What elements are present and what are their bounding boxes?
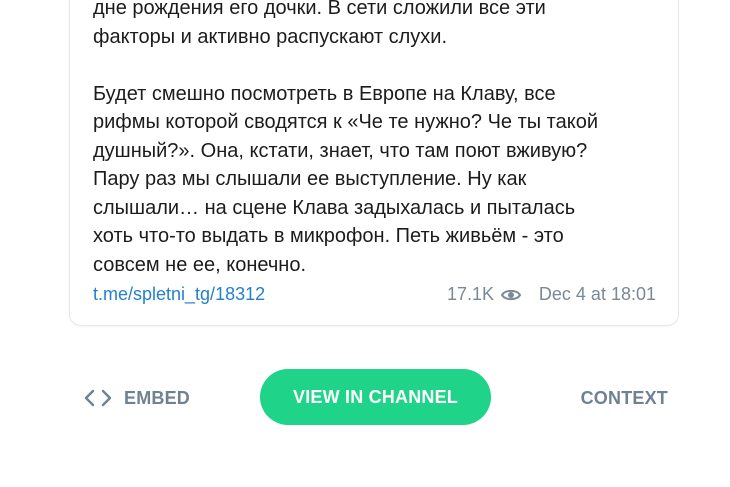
post-link[interactable]: t.me/spletni_tg/18312 (93, 284, 265, 305)
view-in-channel-button[interactable]: VIEW IN CHANNEL (260, 369, 491, 425)
embed-label: EMBED (124, 387, 191, 408)
post-date: Dec 4 at 18:01 (538, 284, 656, 304)
post-meta: t.me/spletni_tg/18312 17.1K Dec 4 at 18:… (93, 284, 656, 310)
eye-icon (501, 289, 521, 301)
context-button[interactable]: CONTEXT (581, 385, 668, 411)
embed-button[interactable]: EMBED (84, 385, 190, 411)
post-text: дне рождения его дочки. В сети сложили в… (93, 0, 599, 276)
view-count: 17.1K (446, 284, 494, 304)
code-icon (84, 389, 112, 407)
